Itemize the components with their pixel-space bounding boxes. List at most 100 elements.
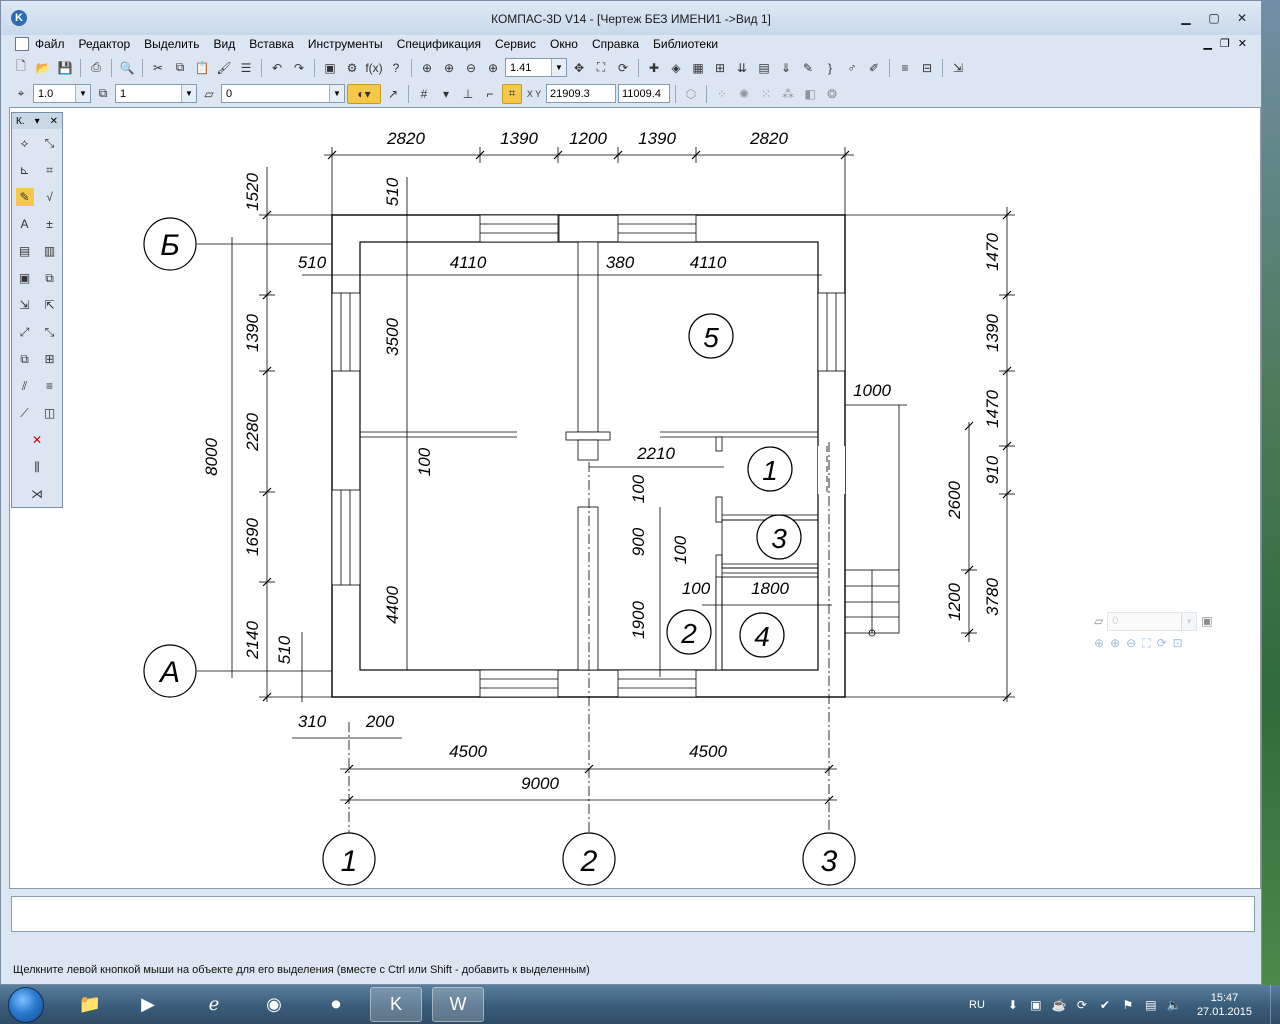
grid-table-icon[interactable]: ▦ — [688, 58, 708, 78]
align-icon[interactable]: ⇊ — [732, 58, 752, 78]
close-button[interactable]: ✕ — [1235, 11, 1249, 25]
preview-icon[interactable]: ⊡ — [1173, 636, 1183, 650]
save-icon[interactable]: ▣ — [1201, 614, 1212, 628]
dimensions-icon[interactable]: ⊾ — [16, 161, 34, 179]
snap-icon[interactable]: ⌗ — [502, 83, 522, 104]
fit-all-icon[interactable]: ⛶ — [591, 58, 611, 78]
symbol-icon[interactable]: ♂ — [842, 58, 862, 78]
panel-close-icon[interactable]: ✕ — [50, 116, 58, 127]
manager-icon[interactable]: ▣ — [320, 58, 340, 78]
align-down-icon[interactable]: ⇓ — [776, 58, 796, 78]
macro-icon[interactable]: ⋊ — [28, 485, 46, 503]
view-state-icon[interactable]: ⧉ — [93, 84, 113, 104]
menu-specification[interactable]: Спецификация — [397, 37, 481, 51]
layer-state-icon[interactable]: ▱ — [199, 84, 219, 104]
roughness-icon[interactable]: √ — [41, 188, 59, 206]
pan-icon[interactable]: ✥ — [569, 58, 589, 78]
zoom-scale-icon[interactable]: ⊕ — [483, 58, 503, 78]
fragment-icon[interactable]: ⊞ — [41, 350, 59, 368]
leader-icon[interactable]: A — [16, 215, 34, 233]
menu-insert[interactable]: Вставка — [249, 37, 294, 51]
chevron-down-icon[interactable]: ▼ — [75, 85, 90, 102]
point-icon[interactable]: ⤡ — [41, 134, 59, 152]
insert-fragment-icon[interactable]: ⊞ — [710, 58, 730, 78]
zoom-out-icon[interactable]: ⊖ — [461, 58, 481, 78]
print-icon[interactable]: ⎙ — [86, 58, 106, 78]
language-indicator[interactable]: RU — [969, 999, 985, 1011]
redo-icon[interactable]: ↷ — [289, 58, 309, 78]
fit-icon[interactable]: ⛶ — [1142, 636, 1150, 651]
bracket-icon[interactable]: } — [820, 58, 840, 78]
remove-icon[interactable]: ⊟ — [917, 58, 937, 78]
minimize-button[interactable]: ▁ — [1179, 11, 1193, 25]
chevron-down-icon[interactable]: ▼ — [181, 85, 196, 102]
view-icon[interactable]: ◫ — [41, 404, 59, 422]
refresh-icon[interactable]: ⟳ — [1157, 636, 1167, 650]
menu-window[interactable]: Окно — [550, 37, 578, 51]
align-objects-icon[interactable]: ⫼ — [28, 458, 46, 476]
save-icon[interactable]: 💾 — [55, 58, 75, 78]
step-combo[interactable]: 1.0 ▼ — [33, 84, 91, 103]
menu-edit[interactable]: Редактор — [79, 37, 131, 51]
menu-libraries[interactable]: Библиотеки — [653, 37, 718, 51]
chevron-down-icon[interactable]: ▼ — [1181, 612, 1197, 630]
zoom-in-icon[interactable]: ⊕ — [1110, 636, 1120, 650]
paste-icon[interactable]: 📋 — [192, 58, 212, 78]
scale-icon[interactable]: ⤢ — [16, 323, 34, 341]
chevron-down-icon[interactable]: ▼ — [329, 85, 344, 102]
view-settings-icon[interactable]: ◈ — [666, 58, 686, 78]
associative-view-icon[interactable]: ⧉ — [41, 269, 59, 287]
doc-minimize-button[interactable]: ▁ — [1203, 37, 1211, 50]
flag-icon[interactable]: ⚑ — [1120, 997, 1136, 1013]
coord-x-field[interactable]: 21909.3 — [546, 84, 616, 103]
internet-explorer-taskbar-icon[interactable]: ℯ — [188, 987, 240, 1022]
maximize-button[interactable]: ▢ — [1207, 11, 1221, 25]
variables-icon[interactable]: f(x) — [364, 58, 384, 78]
library-manager-icon[interactable]: ⚙ — [342, 58, 362, 78]
layers-icon[interactable]: ≡ — [895, 58, 915, 78]
chrome-taskbar-icon[interactable]: ◉ — [248, 987, 300, 1022]
grid-dropdown-icon[interactable]: ▾ — [436, 84, 456, 104]
format-brush-icon[interactable]: 🖌 — [214, 58, 234, 78]
recorder-taskbar-icon[interactable]: ⏺ — [310, 987, 362, 1022]
dots-grid-icon[interactable]: ⁘ — [712, 84, 732, 104]
select-icon[interactable]: ▣ — [16, 269, 34, 287]
cube-icon[interactable]: ⬡ — [681, 84, 701, 104]
parametrize-icon[interactable]: ▤ — [16, 242, 34, 260]
download-icon[interactable]: ⬇ — [1005, 997, 1021, 1013]
copy-objects-icon[interactable]: ⧉ — [16, 350, 34, 368]
coordinate-system-icon[interactable]: ⊥ — [458, 84, 478, 104]
mirror-icon[interactable]: ◧ — [800, 84, 820, 104]
network-icon[interactable]: ▤ — [1143, 997, 1159, 1013]
line-icon[interactable]: ⟋ — [16, 404, 34, 422]
kompas-taskbar-icon[interactable]: K — [370, 987, 422, 1022]
menu-view[interactable]: Вид — [214, 37, 236, 51]
layers-icon[interactable]: ▱ — [1094, 614, 1103, 628]
table-icon[interactable]: ▤ — [754, 58, 774, 78]
drawing-canvas[interactable]: Б А 1 2 3 5 1 3 2 4 2820 1390 1200 1390 … — [9, 107, 1261, 889]
menu-file[interactable]: Файл — [35, 37, 65, 51]
edit-icon[interactable]: ± — [41, 215, 59, 233]
new-file-icon[interactable]: 🗋 — [11, 58, 31, 78]
local-cs-icon[interactable]: ↗ — [383, 84, 403, 104]
dots-cluster-icon[interactable]: ⁂ — [778, 84, 798, 104]
add-view-icon[interactable]: ✚ — [644, 58, 664, 78]
chevron-down-icon[interactable]: ▼ — [551, 59, 566, 76]
app-tray-icon[interactable]: ▣ — [1028, 997, 1044, 1013]
word-taskbar-icon[interactable]: W — [432, 987, 484, 1022]
open-folder-icon[interactable]: 📂 — [33, 58, 53, 78]
zoom-window-icon[interactable]: ⊕ — [1094, 636, 1104, 650]
title-bar[interactable]: K КОМПАС-3D V14 - [Чертеж БЕЗ ИМЕНИ1 ->В… — [1, 1, 1261, 35]
volume-icon[interactable]: 🔈 — [1166, 997, 1182, 1013]
menu-select[interactable]: Выделить — [144, 37, 199, 51]
menu-service[interactable]: Сервис — [495, 37, 536, 51]
show-desktop-button[interactable] — [1270, 985, 1280, 1024]
preview-icon[interactable]: 🔍 — [117, 58, 137, 78]
doc-restore-button[interactable]: ❐ — [1220, 37, 1230, 50]
doc-close-button[interactable]: ✕ — [1238, 37, 1247, 50]
command-input-bar[interactable] — [11, 896, 1255, 932]
zoom-combo[interactable]: 1.41 ▼ — [505, 58, 567, 77]
break-icon[interactable]: ≡ — [41, 377, 59, 395]
cut-icon[interactable]: ✂ — [148, 58, 168, 78]
geometry-icon[interactable]: ⟡ — [16, 134, 34, 152]
